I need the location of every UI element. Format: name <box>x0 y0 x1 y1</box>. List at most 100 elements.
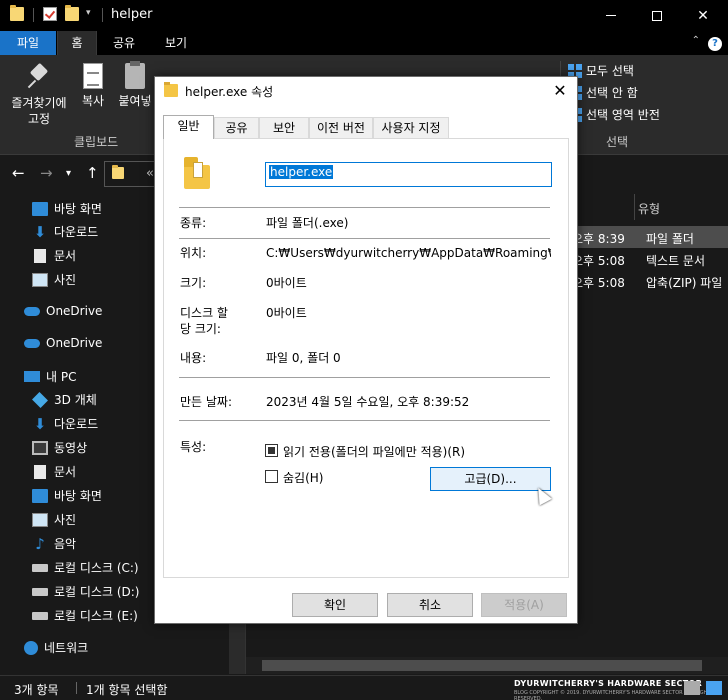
file-type: 텍스트 문서 <box>646 254 706 268</box>
sidebar-item-label: OneDrive <box>46 304 103 318</box>
advanced-button[interactable]: 고급(D)... <box>430 467 551 491</box>
hidden-label[interactable]: 숨김(H) <box>283 469 323 486</box>
sidebar-item-onedrive[interactable]: OneDrive <box>24 304 102 318</box>
quick-access-dropdown-icon[interactable]: ▾ <box>86 8 91 18</box>
readonly-label[interactable]: 읽기 전용(폴더의 파일에만 적용)(R) <box>283 443 465 460</box>
help-icon[interactable]: ? <box>708 37 722 51</box>
paste-button[interactable]: 붙여넣 <box>114 61 156 109</box>
copy-button[interactable]: 복사 <box>76 63 110 109</box>
recent-locations-chevron-icon[interactable]: ▾ <box>66 168 71 179</box>
sidebar-item-label: 로컬 디스크 (C:) <box>54 561 139 575</box>
sidebar-item-desktop[interactable]: 바탕 화면 <box>32 487 102 504</box>
sidebar-item-pictures[interactable]: 사진 <box>32 511 76 528</box>
tab-general[interactable]: 일반 <box>163 115 214 139</box>
3d-objects-icon <box>32 391 48 408</box>
dialog-title: helper.exe 속성 <box>185 85 274 99</box>
scrollbar-thumb[interactable] <box>262 660 702 671</box>
sidebar-item-drive-c[interactable]: 로컬 디스크 (C:) <box>32 559 139 576</box>
back-arrow-icon[interactable]: ← <box>12 164 25 182</box>
large-icons-view-icon[interactable] <box>706 681 722 695</box>
sidebar-item-music[interactable]: ♪ 음악 <box>32 535 76 552</box>
readonly-checkbox[interactable] <box>265 444 278 457</box>
forward-arrow-icon[interactable]: → <box>40 164 53 182</box>
paste-label: 붙여넣 <box>118 94 152 108</box>
tab-view[interactable]: 보기 <box>156 31 196 55</box>
file-row[interactable]: 오후 5:08 압축(ZIP) 파일 <box>560 270 728 292</box>
sidebar-item-label: 사진 <box>54 273 77 287</box>
copy-icon <box>83 63 103 89</box>
cancel-button[interactable]: 취소 <box>387 593 473 617</box>
file-date: 오후 5:08 <box>572 276 625 290</box>
sidebar-item-3d-objects[interactable]: 3D 개체 <box>32 391 97 408</box>
sidebar-item-downloads[interactable]: ⬇ 다운로드 <box>32 415 98 432</box>
desktop-icon <box>32 201 48 216</box>
explorer-title-bar: ▾ helper ✕ <box>0 0 728 31</box>
apply-button[interactable]: 적용(A) <box>481 593 567 617</box>
sidebar-item-label: 로컬 디스크 (E:) <box>54 609 138 623</box>
new-folder-icon[interactable] <box>65 5 79 21</box>
details-view-icon[interactable] <box>684 681 700 695</box>
this-pc-icon <box>24 371 40 382</box>
folder-icon <box>112 165 124 179</box>
column-header-type[interactable]: 유형 <box>638 200 660 217</box>
pin-to-quick-access-button[interactable]: 즐겨찾기에 고정 <box>6 63 72 127</box>
tab-home[interactable]: 홈 <box>57 31 97 55</box>
file-row[interactable]: 오후 8:39 파일 폴더 <box>560 226 728 248</box>
sidebar-item-label: 동영상 <box>54 441 88 455</box>
invert-selection-button[interactable]: 선택 영역 반전 <box>568 106 660 123</box>
tab-previous-versions[interactable]: 이전 버전 <box>309 117 373 138</box>
pictures-icon <box>32 512 48 527</box>
close-button[interactable]: ✕ <box>680 0 726 31</box>
tab-file[interactable]: 파일 <box>0 31 56 55</box>
properties-dialog: helper.exe 속성 ✕ 일반 공유 보안 이전 버전 사용자 지정 he… <box>154 76 578 624</box>
ribbon-tab-bar: 파일 홈 공유 보기 ⌃ ? <box>0 31 728 55</box>
file-list-horizontal-scrollbar[interactable] <box>246 657 728 674</box>
select-none-button[interactable]: 선택 안 함 <box>568 84 638 101</box>
quick-access-separator <box>33 8 34 22</box>
tab-sharing[interactable]: 공유 <box>214 117 259 138</box>
file-date: 오후 5:08 <box>572 254 625 268</box>
sidebar-item-label: 사진 <box>54 513 77 527</box>
name-input[interactable]: helper.exe <box>265 162 552 187</box>
collapse-ribbon-icon[interactable]: ⌃ <box>692 35 700 46</box>
up-arrow-icon[interactable]: ↑ <box>86 164 99 182</box>
tab-customize[interactable]: 사용자 지정 <box>373 117 449 138</box>
status-separator <box>76 682 77 694</box>
quick-access-separator <box>102 8 103 22</box>
properties-icon[interactable] <box>43 7 57 21</box>
sidebar-item-label: 문서 <box>54 249 77 263</box>
minimize-button[interactable] <box>588 0 634 31</box>
sidebar-item-documents[interactable]: 문서 <box>32 247 76 264</box>
sidebar-item-drive-d[interactable]: 로컬 디스크 (D:) <box>32 583 139 600</box>
pin-icon <box>27 63 51 91</box>
sidebar-item-videos[interactable]: 동영상 <box>32 439 87 456</box>
copy-label: 복사 <box>81 94 105 108</box>
sidebar-item-downloads[interactable]: ⬇ 다운로드 <box>32 223 98 240</box>
column-divider <box>634 194 635 220</box>
sidebar-item-network[interactable]: 네트워크 <box>24 639 88 656</box>
hidden-checkbox[interactable] <box>265 470 278 483</box>
dialog-close-button[interactable]: ✕ <box>543 77 577 107</box>
disk-size-label-line: 당 크기: <box>180 322 221 336</box>
sidebar-item-drive-e[interactable]: 로컬 디스크 (E:) <box>32 607 138 624</box>
selection-count: 1개 항목 선택함 <box>86 683 168 697</box>
maximize-button[interactable] <box>634 0 680 31</box>
folder-icon <box>10 5 24 21</box>
ok-button[interactable]: 확인 <box>292 593 378 617</box>
music-icon: ♪ <box>35 534 45 553</box>
divider <box>179 377 550 378</box>
sidebar-item-documents[interactable]: 문서 <box>32 463 76 480</box>
size-value: 0바이트 <box>266 276 307 290</box>
sidebar-item-onedrive[interactable]: OneDrive <box>24 336 102 350</box>
sidebar-item-this-pc[interactable]: 내 PC <box>24 368 76 385</box>
pin-label: 즐겨찾기에 <box>11 96 67 110</box>
file-row[interactable]: 오후 5:08 텍스트 문서 <box>560 248 728 270</box>
tab-security[interactable]: 보안 <box>259 117 309 138</box>
pin-label: 고정 <box>27 112 51 126</box>
minimize-icon <box>606 15 616 16</box>
desktop-icon <box>32 488 48 503</box>
sidebar-item-pictures[interactable]: 사진 <box>32 271 76 288</box>
tab-share[interactable]: 공유 <box>104 31 144 55</box>
sidebar-item-desktop[interactable]: 바탕 화면 <box>32 200 102 217</box>
sidebar-item-label: 음악 <box>54 537 77 551</box>
